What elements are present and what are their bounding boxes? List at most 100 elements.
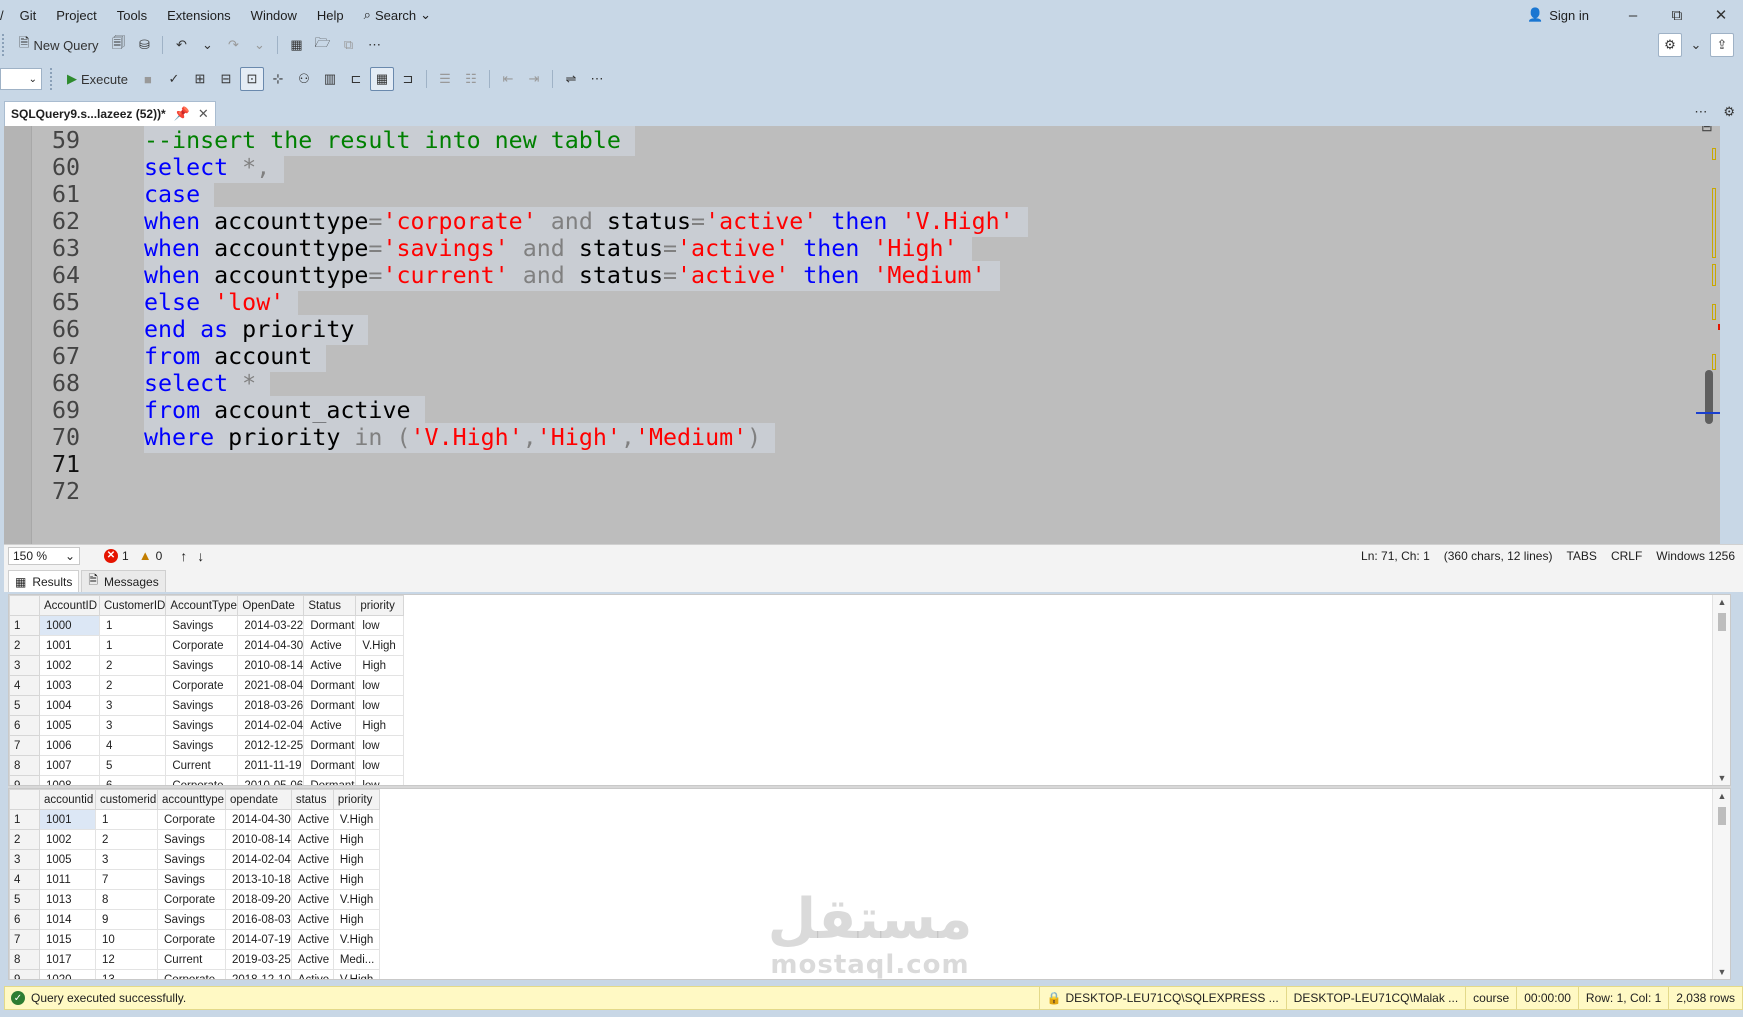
results-grid-2[interactable]: accountid customerid accounttype opendate st… — [8, 788, 1731, 980]
table-cell[interactable]: 1 — [98, 635, 167, 656]
row-number[interactable]: 8 — [9, 755, 40, 776]
column-header[interactable]: CustomerID — [98, 595, 167, 616]
scroll-up-icon[interactable]: ▲ — [1713, 791, 1730, 801]
intellisense-icon[interactable]: ⊡ — [239, 67, 264, 91]
table-cell[interactable]: Dormant — [303, 695, 357, 716]
new-query-button[interactable]: 🗎 New Query — [13, 33, 104, 57]
table-cell[interactable]: Corporate — [165, 775, 239, 785]
table-cell[interactable]: 1001 — [39, 809, 96, 830]
row-number[interactable]: 6 — [9, 909, 40, 930]
table-cell[interactable]: Dormant — [303, 615, 357, 636]
query-options-icon[interactable]: ⊟ — [214, 67, 238, 91]
table-cell[interactable]: Medi... — [332, 949, 380, 970]
table-cell[interactable]: Active — [290, 869, 334, 890]
results-to-text-icon[interactable]: ⊏ — [344, 67, 368, 91]
more-icon[interactable]: ⋯ — [585, 67, 609, 91]
grid-scrollbar[interactable]: ▲ ▼ — [1712, 789, 1730, 979]
table-cell[interactable]: Corporate — [157, 929, 226, 950]
table-cell[interactable]: 1020 — [39, 969, 96, 979]
restore-button[interactable]: ⧉ — [1655, 0, 1699, 30]
close-icon[interactable]: ✕ — [198, 106, 209, 122]
row-number[interactable]: 5 — [9, 889, 40, 910]
zoom-selector[interactable]: 150 % ⌄ — [8, 546, 80, 565]
table-row[interactable]: 8 1017 12 Current 2019-03-25 Active Medi... — [9, 949, 380, 970]
code-line[interactable]: 72 — [4, 477, 1720, 507]
table-cell[interactable]: 2014-02-04 — [225, 849, 292, 870]
table-cell[interactable]: Savings — [165, 715, 239, 736]
live-stats-icon[interactable]: ⚇ — [292, 67, 316, 91]
table-cell[interactable]: 2018-12-10 — [225, 969, 292, 979]
undo-icon[interactable]: ↶ — [169, 33, 193, 57]
tab-messages[interactable]: 🗎 Messages — [81, 570, 166, 592]
table-cell[interactable]: low — [355, 675, 405, 696]
table-cell[interactable]: 2019-03-25 — [225, 949, 292, 970]
column-header[interactable]: Status — [303, 595, 357, 616]
column-header[interactable]: accountid — [39, 789, 96, 810]
table-cell[interactable]: 2010-08-14 — [237, 655, 305, 676]
row-number[interactable]: 4 — [9, 675, 40, 696]
sign-in-button[interactable]: 👤 Sign in — [1527, 7, 1589, 23]
table-cell[interactable]: Dormant — [303, 775, 357, 785]
table-cell[interactable]: Active — [290, 849, 334, 870]
menu-project[interactable]: Project — [46, 8, 106, 23]
toolbar-grip[interactable] — [50, 68, 54, 90]
table-cell[interactable]: 5 — [98, 755, 167, 776]
table-cell[interactable]: Corporate — [157, 889, 226, 910]
estimated-plan-icon[interactable]: ⊞ — [188, 67, 212, 91]
scroll-thumb[interactable] — [1718, 613, 1726, 631]
table-cell[interactable]: High — [332, 849, 380, 870]
table-cell[interactable]: 1003 — [39, 675, 100, 696]
decrease-indent-icon[interactable]: ⇤ — [496, 67, 520, 91]
parse-check-icon[interactable]: ✓ — [162, 67, 186, 91]
table-row[interactable]: 5 1004 3 Savings 2018-03-26 Dormant low — [9, 695, 405, 716]
column-header[interactable]: status — [290, 789, 334, 810]
table-cell[interactable]: High — [332, 829, 380, 850]
pin-icon[interactable]: 📌 — [174, 106, 190, 122]
table-cell[interactable]: 12 — [95, 949, 158, 970]
table-cell[interactable]: 2013-10-18 — [225, 869, 292, 890]
table-cell[interactable]: Savings — [165, 695, 239, 716]
table-row[interactable]: 1 1000 1 Savings 2014-03-22 Dormant low — [9, 615, 405, 636]
table-cell[interactable]: Active — [290, 969, 334, 979]
client-stats-icon[interactable]: ▥ — [318, 67, 342, 91]
table-cell[interactable]: 1000 — [39, 615, 100, 636]
row-number[interactable]: 4 — [9, 869, 40, 890]
code-line[interactable]: 67 from account — [4, 342, 1720, 372]
row-number[interactable]: 9 — [9, 969, 40, 979]
scroll-up-icon[interactable]: ▲ — [1713, 597, 1730, 607]
table-cell[interactable]: 2010-05-06 — [237, 775, 305, 785]
results-to-file-icon[interactable]: ⊐ — [396, 67, 420, 91]
table-cell[interactable]: Active — [290, 909, 334, 930]
table-cell[interactable]: V.High — [332, 969, 380, 979]
code-line[interactable]: 59 --insert the result into new table — [4, 126, 1720, 156]
table-cell[interactable]: 2012-12-25 — [237, 735, 305, 756]
table-cell[interactable]: 1014 — [39, 909, 96, 930]
database-selector[interactable]: ⌄ — [0, 68, 42, 90]
table-cell[interactable]: 1002 — [39, 829, 96, 850]
table-cell[interactable]: low — [355, 755, 405, 776]
table-cell[interactable]: Savings — [157, 909, 226, 930]
table-cell[interactable]: 1013 — [39, 889, 96, 910]
table-cell[interactable]: 1007 — [39, 755, 100, 776]
uncomment-icon[interactable]: ☷ — [459, 67, 483, 91]
table-cell[interactable]: 10 — [95, 929, 158, 950]
table-row[interactable]: 1 1001 1 Corporate 2014-04-30 Active V.High — [9, 809, 380, 830]
row-number[interactable]: 9 — [9, 775, 40, 785]
line-ending[interactable]: CRLF — [1611, 549, 1642, 563]
table-cell[interactable]: 1008 — [39, 775, 100, 785]
copilot-icon[interactable]: ⚙ — [1658, 33, 1682, 57]
code-line[interactable]: 69 from account_active — [4, 396, 1720, 426]
table-cell[interactable]: 2 — [98, 655, 167, 676]
column-header[interactable]: opendate — [225, 789, 292, 810]
table-cell[interactable]: Active — [290, 889, 334, 910]
encoding[interactable]: Windows 1256 — [1656, 549, 1735, 563]
table-cell[interactable]: 1 — [95, 809, 158, 830]
table-cell[interactable]: 1002 — [39, 655, 100, 676]
redo-dropdown-icon[interactable]: ⌄ — [247, 33, 271, 57]
code-line[interactable]: 66 end as priority — [4, 315, 1720, 345]
stop-icon[interactable]: ■ — [136, 67, 160, 91]
row-number[interactable]: 1 — [9, 615, 40, 636]
column-header[interactable]: priority — [332, 789, 380, 810]
table-cell[interactable]: 4 — [98, 735, 167, 756]
table-cell[interactable]: low — [355, 775, 405, 785]
